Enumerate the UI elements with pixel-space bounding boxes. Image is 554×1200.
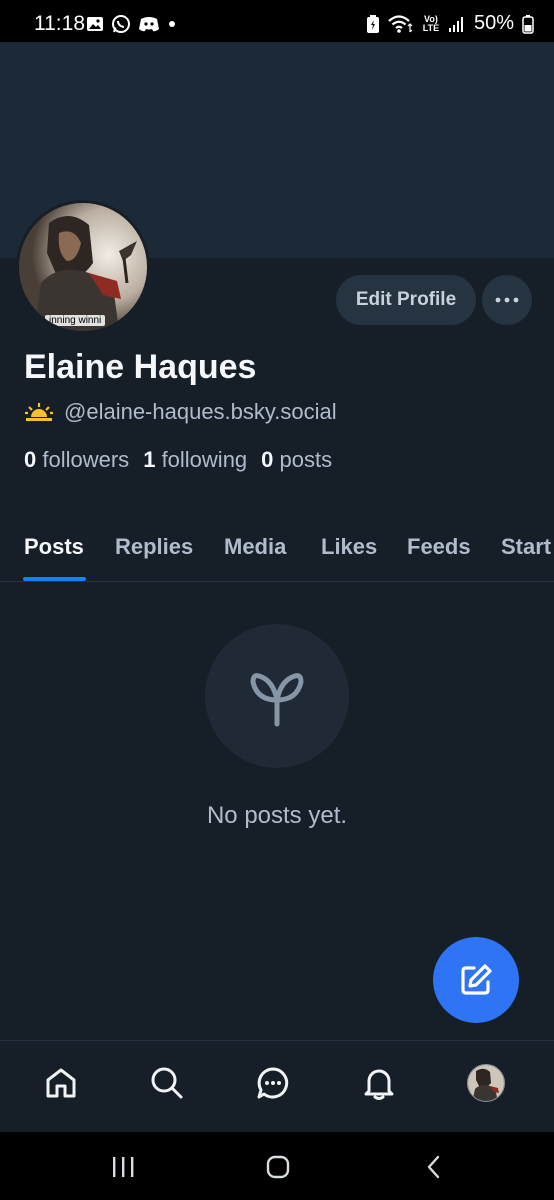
home-button-icon xyxy=(266,1155,290,1179)
tab-starter-packs[interactable]: Start xyxy=(501,534,551,560)
status-right: Vo) LTE 50% xyxy=(366,12,534,35)
battery-saver-icon xyxy=(366,14,379,33)
profile-stats: 0 followers 1 following 0 posts xyxy=(24,447,332,473)
signal-icon xyxy=(448,16,463,32)
nav-notifications[interactable] xyxy=(357,1061,401,1105)
active-tab-indicator xyxy=(23,577,86,581)
tab-media[interactable]: Media xyxy=(224,534,286,560)
status-bar: 11:18 Vo) LTE 50% xyxy=(0,0,554,42)
profile-handle: @elaine-haques.bsky.social xyxy=(64,399,337,424)
following-label: following xyxy=(161,447,248,472)
notification-icons xyxy=(86,14,177,34)
more-options-button[interactable] xyxy=(482,275,532,325)
status-time: 11:18 xyxy=(34,12,85,35)
tab-replies[interactable]: Replies xyxy=(115,534,193,560)
wifi-icon xyxy=(388,14,413,33)
display-name: Elaine Haques xyxy=(24,348,257,386)
following-count: 1 xyxy=(143,447,156,472)
battery-icon xyxy=(522,14,534,34)
ellipsis-icon xyxy=(495,297,519,303)
following-stat[interactable]: 1 following xyxy=(143,447,247,473)
profile-screen: inning winni Edit Profile Elaine Haques … xyxy=(0,42,554,1132)
nav-chat[interactable] xyxy=(251,1061,295,1105)
back-icon xyxy=(427,1155,440,1179)
compose-post-button[interactable] xyxy=(433,937,519,1023)
dot-icon xyxy=(169,21,175,27)
nav-profile[interactable] xyxy=(464,1061,508,1105)
volte-icon: Vo) LTE xyxy=(422,13,440,33)
home-button[interactable] xyxy=(258,1150,298,1184)
avatar-caption: inning winni xyxy=(45,315,106,326)
bottom-navigation xyxy=(0,1040,554,1132)
search-icon xyxy=(151,1067,183,1099)
followers-count: 0 xyxy=(24,447,37,472)
tab-posts[interactable]: Posts xyxy=(24,534,84,560)
followers-stat[interactable]: 0 followers xyxy=(24,447,129,473)
whatsapp-icon xyxy=(112,15,130,33)
chat-icon xyxy=(257,1067,289,1099)
bell-icon xyxy=(364,1069,394,1100)
back-button[interactable] xyxy=(414,1150,454,1184)
nav-profile-avatar xyxy=(467,1064,505,1102)
nav-search[interactable] xyxy=(145,1061,189,1105)
posts-label: posts xyxy=(279,447,333,472)
empty-state-icon-circle xyxy=(205,624,349,768)
tab-feeds[interactable]: Feeds xyxy=(407,534,471,560)
posts-stat: 0 posts xyxy=(261,447,332,473)
nav-avatar-image xyxy=(468,1065,504,1101)
compose-icon xyxy=(461,964,492,995)
profile-avatar[interactable]: inning winni xyxy=(19,203,147,331)
discord-icon xyxy=(139,17,159,32)
tab-likes[interactable]: Likes xyxy=(321,534,377,560)
edit-profile-button[interactable]: Edit Profile xyxy=(336,275,476,325)
home-icon xyxy=(46,1068,76,1098)
empty-state-text: No posts yet. xyxy=(206,802,348,829)
battery-percent: 50% xyxy=(473,12,514,34)
sprout-icon xyxy=(250,673,304,727)
posts-count: 0 xyxy=(261,447,274,472)
profile-tabs: Posts Replies Media Likes Feeds Start xyxy=(0,522,554,582)
recent-apps-button[interactable] xyxy=(103,1150,143,1184)
avatar-image xyxy=(19,203,147,331)
profile-avatar-container[interactable]: inning winni xyxy=(16,200,150,334)
handle-row: @elaine-haques.bsky.social xyxy=(24,399,337,425)
system-navigation-bar xyxy=(0,1132,554,1200)
sunrise-icon xyxy=(25,403,53,421)
image-icon xyxy=(87,17,103,31)
followers-label: followers xyxy=(42,447,130,472)
recent-apps-icon xyxy=(113,1157,134,1177)
nav-home[interactable] xyxy=(39,1061,83,1105)
